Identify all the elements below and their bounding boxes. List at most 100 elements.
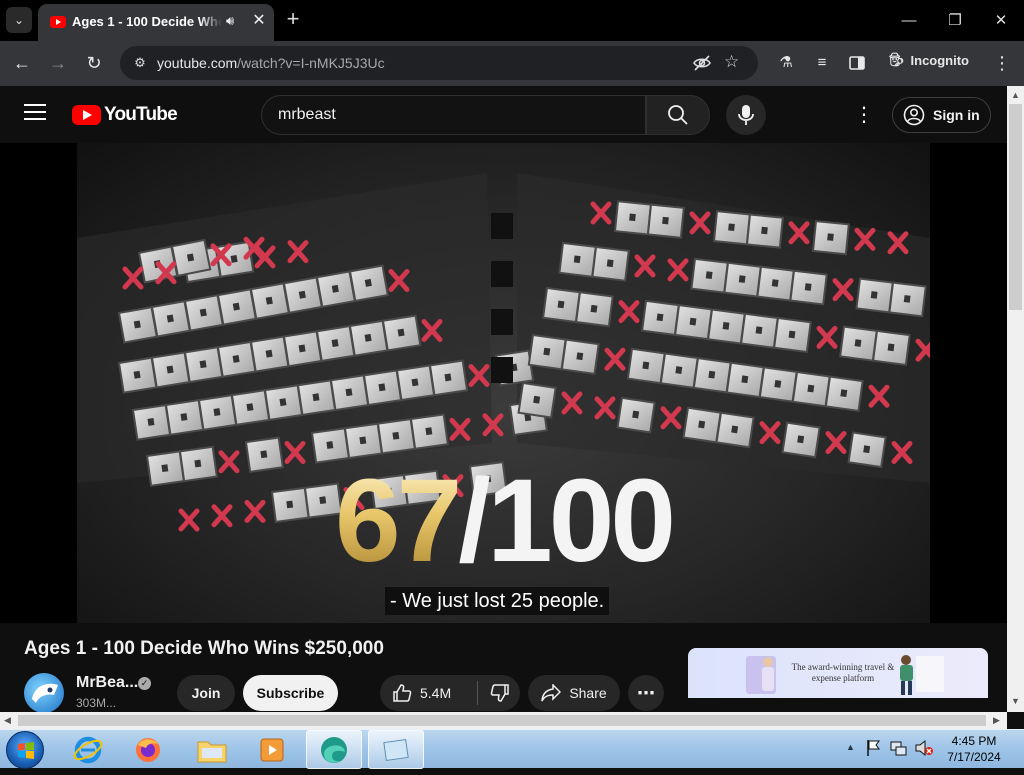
video-frame: 67/100 <box>77 143 930 623</box>
youtube-logo[interactable]: YouTube <box>72 104 178 126</box>
scroll-down-arrow-icon[interactable]: ▼ <box>1011 696 1020 706</box>
close-tab-icon[interactable]: ✕ <box>248 10 270 32</box>
player-tile <box>164 399 205 436</box>
restore-button[interactable]: ❐ <box>932 0 978 41</box>
back-arrow-icon[interactable]: ← <box>8 49 36 77</box>
player-tile <box>117 305 158 344</box>
player-tile <box>183 294 224 332</box>
player-tile <box>315 324 356 363</box>
eye-off-icon[interactable] <box>692 53 712 77</box>
firefox-icon <box>136 737 160 762</box>
start-button[interactable] <box>6 731 44 769</box>
player-tile <box>362 369 403 407</box>
more-actions-icon[interactable]: ⋯ <box>628 675 664 711</box>
url-text[interactable]: youtube.com/watch?v=I-nMKJ5J3Uc <box>157 55 385 71</box>
player-tile <box>626 347 666 385</box>
player-tile <box>745 213 784 249</box>
close-window-button[interactable]: ✕ <box>978 0 1024 41</box>
subscriber-count: 303M... <box>76 696 117 710</box>
voice-search-button[interactable] <box>726 95 766 135</box>
action-center-flag-icon[interactable] <box>866 739 882 762</box>
scroll-up-arrow-icon[interactable]: ▲ <box>1011 90 1020 100</box>
scroll-left-arrow-icon[interactable]: ◀ <box>4 715 11 726</box>
speaker-icon[interactable]: 🔊︎ <box>226 13 234 29</box>
search-input[interactable]: mrbeast <box>261 95 646 135</box>
player-tile <box>811 220 850 256</box>
channel-avatar[interactable] <box>24 673 64 713</box>
player-tile <box>791 370 831 408</box>
player-tile <box>296 379 337 417</box>
show-hidden-icons-icon[interactable]: ▲ <box>846 742 855 752</box>
settings-more-icon[interactable]: ⋮ <box>854 100 874 130</box>
hamburger-menu-icon[interactable] <box>24 104 46 122</box>
minimize-button[interactable]: — <box>886 0 932 41</box>
account-circle-icon <box>903 104 925 126</box>
forward-arrow-icon[interactable]: → <box>44 49 72 77</box>
player-tile <box>348 264 389 303</box>
url-path: /watch?v=I-nMKJ5J3Uc <box>237 55 385 71</box>
tab-search-chevron-down-icon[interactable]: ⌄ <box>6 7 32 33</box>
player-tile <box>170 238 212 277</box>
subscribe-button[interactable]: Subscribe <box>243 675 338 711</box>
player-tile <box>712 210 751 246</box>
firefox-app[interactable] <box>120 730 176 769</box>
horizontal-scroll-thumb[interactable] <box>18 715 986 726</box>
site-info-tune-icon[interactable]: ⚙︎ <box>130 53 150 73</box>
player-tile <box>692 356 732 394</box>
player-tile <box>150 300 191 338</box>
browser-toolbar: ← → ↻ ⚙︎ youtube.com/watch?v=I-nMKJ5J3Uc… <box>0 41 1024 86</box>
ad-text: The award-winning travel & expense platf… <box>791 662 895 683</box>
reload-icon[interactable]: ↻ <box>80 49 108 77</box>
ad-banner[interactable]: The award-winning travel & expense platf… <box>688 648 988 698</box>
file-explorer-app[interactable] <box>184 730 240 769</box>
browser-menu-icon[interactable]: ⋮ <box>988 49 1016 77</box>
vertical-scroll-thumb[interactable] <box>1009 104 1022 310</box>
new-tab-button[interactable]: + <box>280 6 306 32</box>
active-tab[interactable]: Ages 1 - 100 Decide Who Wins $250,000 🔊︎… <box>38 4 274 41</box>
side-panel-icon[interactable] <box>843 49 871 77</box>
player-tile <box>740 312 779 349</box>
like-count: 5.4M <box>420 685 452 701</box>
player-tile <box>888 281 927 318</box>
edge-icon <box>321 736 347 763</box>
horizontal-scrollbar[interactable]: ◀ ▶ <box>0 712 1007 729</box>
player-tile <box>216 288 257 326</box>
player-tile <box>781 421 821 459</box>
video-player[interactable]: 67/100 - We just lost 25 people. <box>0 143 1007 623</box>
clock-time: 4:45 PM <box>951 734 997 748</box>
search-button[interactable] <box>646 95 710 135</box>
player-tile <box>690 257 729 294</box>
scroll-right-arrow-icon[interactable]: ▶ <box>993 715 1000 726</box>
player-tile <box>197 394 238 431</box>
player-tile <box>723 261 762 298</box>
player-tile <box>216 340 257 378</box>
microphone-icon <box>738 105 754 125</box>
player-tile <box>641 299 680 336</box>
player-tile <box>263 384 304 422</box>
player-tile <box>131 403 172 441</box>
incognito-indicator[interactable]: 🕵︎ Incognito <box>888 52 969 68</box>
dislike-button[interactable] <box>490 680 510 706</box>
internet-explorer-app[interactable] <box>60 730 116 769</box>
vertical-scrollbar[interactable]: ▲ ▼ <box>1007 86 1024 712</box>
window-thumbnail-icon <box>383 738 409 761</box>
like-button[interactable]: 5.4M <box>392 681 478 705</box>
bookmark-star-icon[interactable]: ☆ <box>724 52 739 72</box>
window-app[interactable] <box>368 730 424 769</box>
verified-check-icon: ✓ <box>138 677 151 690</box>
player-tile <box>725 361 765 399</box>
network-icon[interactable] <box>890 739 908 762</box>
player-tile <box>409 413 449 450</box>
labs-flask-icon[interactable]: ⚗︎ <box>772 49 800 77</box>
share-button[interactable]: Share <box>528 675 620 711</box>
media-queue-icon[interactable]: ≡ <box>808 49 836 77</box>
media-player-app[interactable] <box>244 730 300 769</box>
join-button[interactable]: Join <box>177 675 235 711</box>
system-clock[interactable]: 4:45 PM 7/17/2024 <box>936 733 1012 765</box>
edge-app[interactable] <box>306 730 362 769</box>
address-bar[interactable]: ⚙︎ youtube.com/watch?v=I-nMKJ5J3Uc ☆ <box>120 46 758 80</box>
channel-name[interactable]: MrBea... <box>76 674 138 692</box>
volume-muted-icon[interactable] <box>914 739 934 762</box>
clock-date: 7/17/2024 <box>947 750 1001 764</box>
sign-in-button[interactable]: Sign in <box>892 97 991 133</box>
